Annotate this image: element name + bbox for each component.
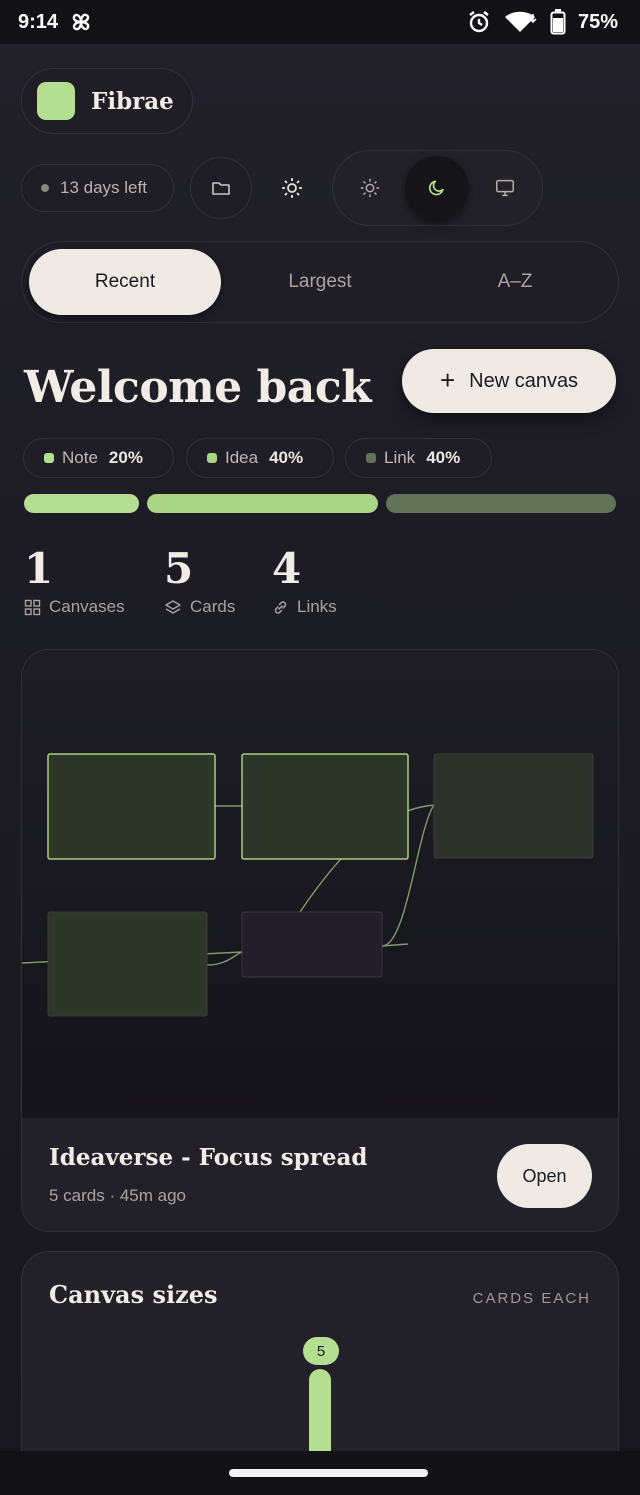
brand-pill[interactable]: Fibrae <box>21 68 193 134</box>
trial-text: 13 days left <box>60 178 147 197</box>
sun-small-icon <box>360 178 380 198</box>
type-name: Idea <box>225 448 259 467</box>
theme-switcher <box>332 150 543 226</box>
preview-card <box>47 911 208 1017</box>
folder-icon <box>212 182 230 195</box>
preview-card <box>241 753 409 860</box>
brand-name: Fibrae <box>91 87 174 115</box>
navigation-bar <box>0 1451 640 1495</box>
trial-badge: 13 days left <box>21 164 174 212</box>
canvas-meta: 5 cards · 45m ago <box>49 1186 187 1205</box>
stat-label-text: Canvases <box>49 597 125 616</box>
stat-canvases: Canvases <box>24 597 125 617</box>
trial-dot <box>41 184 49 192</box>
stat-label-text: Links <box>297 597 337 616</box>
idea-share-bar <box>147 494 378 513</box>
type-percent: 40% <box>269 448 304 467</box>
type-name: Note <box>62 448 98 467</box>
type-percent: 40% <box>426 448 461 467</box>
stat-cards: Cards <box>164 597 235 617</box>
page-title: Welcome back <box>24 362 372 413</box>
wifi-icon <box>504 10 538 34</box>
type-percent: 20% <box>108 448 143 467</box>
layers-icon <box>165 599 181 614</box>
theme-light-option[interactable] <box>338 156 402 220</box>
folder-button[interactable] <box>190 157 252 219</box>
stat-cards-value: 5 <box>164 544 194 593</box>
idea-color-dot <box>207 453 217 463</box>
status-bar: 9:14 75% <box>0 0 640 44</box>
size-bar-label: 5 <box>303 1337 339 1365</box>
tab-a-z[interactable]: A–Z <box>419 249 611 315</box>
preview-card <box>241 911 383 978</box>
sort-tabs: Recent Largest A–Z <box>21 241 619 323</box>
moon-icon <box>428 180 444 196</box>
link-color-dot <box>366 453 376 463</box>
app-screen: Fibrae 13 days left Recent Largest A–Z W… <box>0 44 640 1495</box>
type-chip-idea: Idea 40% <box>186 438 334 478</box>
canvas-preview <box>22 650 618 1118</box>
home-gesture-handle[interactable] <box>229 1469 428 1477</box>
new-canvas-button[interactable]: + New canvas <box>402 349 616 413</box>
battery-icon <box>550 9 566 35</box>
theme-dark-option[interactable] <box>405 156 469 220</box>
plus-icon: + <box>439 364 456 395</box>
brand-logo <box>37 82 75 120</box>
stat-links: Links <box>272 597 337 617</box>
open-canvas-button[interactable]: Open <box>497 1144 592 1208</box>
stat-canvases-value: 1 <box>24 544 54 593</box>
sun-icon <box>282 178 302 198</box>
status-time: 9:14 <box>18 10 59 33</box>
stat-label-text: Cards <box>190 597 236 616</box>
type-chip-note: Note 20% <box>23 438 174 478</box>
canvas-sizes-title: Canvas sizes <box>49 1280 218 1309</box>
theme-system-option[interactable] <box>473 156 537 220</box>
canvas-preview-diagram <box>22 753 594 1017</box>
canvas-title: Ideaverse - Focus spread <box>49 1144 368 1171</box>
canvas-sizes-tag: CARDS EACH <box>472 1290 591 1307</box>
monitor-icon <box>496 179 514 197</box>
link-share-bar <box>385 494 616 513</box>
battery-percent: 75% <box>577 10 618 33</box>
note-share-bar <box>24 494 140 513</box>
brightness-button[interactable] <box>261 157 323 219</box>
type-chip-link: Link 40% <box>345 438 492 478</box>
grid-icon <box>24 599 41 615</box>
new-canvas-label: New canvas <box>469 369 579 392</box>
canvas-card-footer: Ideaverse - Focus spread 5 cards · 45m a… <box>22 1118 618 1231</box>
alarm-icon <box>466 9 492 35</box>
note-color-dot <box>44 453 54 463</box>
canvas-card[interactable]: Ideaverse - Focus spread 5 cards · 45m a… <box>21 649 619 1232</box>
pinwheel-icon <box>68 9 94 35</box>
link-icon <box>274 600 287 614</box>
tab-recent[interactable]: Recent <box>29 249 221 315</box>
tab-largest[interactable]: Largest <box>224 249 416 315</box>
preview-card <box>433 753 594 859</box>
preview-card <box>47 753 216 860</box>
type-name: Link <box>384 448 416 467</box>
stat-links-value: 4 <box>272 544 302 593</box>
